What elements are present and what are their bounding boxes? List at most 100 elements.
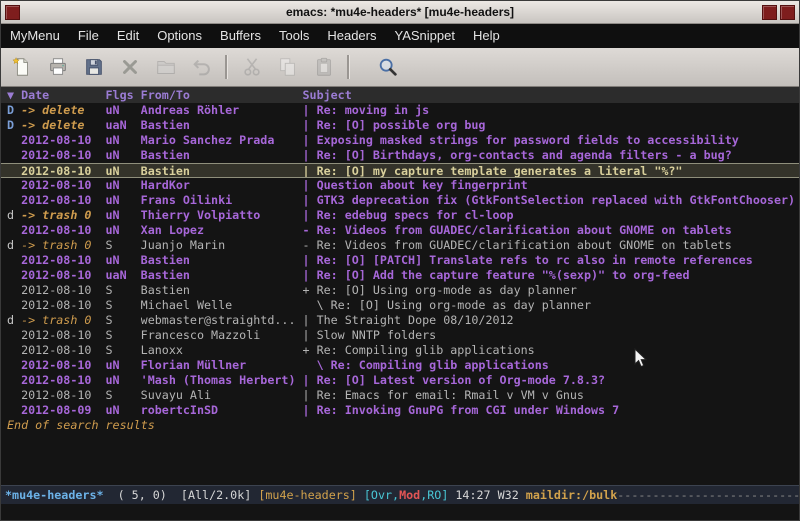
column-header-date: Date: [21, 87, 105, 103]
table-row[interactable]: 2012-08-10uNBastien| Re: [O] [PATCH] Tra…: [1, 253, 799, 268]
table-row[interactable]: 2012-08-10uN'Mash (Thomas Herbert)| Re: …: [1, 373, 799, 388]
column-header-flags: Flgs: [106, 87, 141, 103]
close-icon: [119, 56, 141, 78]
close-buffer-button[interactable]: [114, 52, 145, 83]
row-subject: \ Re: [O] Using org-mode as day planner: [303, 298, 800, 313]
search-icon: [377, 56, 399, 78]
minibuffer: [1, 504, 799, 520]
row-from: 'Mash (Thomas Herbert): [141, 373, 303, 388]
row-subject: | Re: Emacs for email: Rmail v VM v Gnus: [303, 388, 800, 403]
table-row[interactable]: d -> trash 0Swebmaster@straightd...| The…: [1, 313, 799, 328]
paste-button[interactable]: [308, 52, 339, 83]
table-row[interactable]: 2012-08-10uNBastien| Re: [O] my capture …: [1, 163, 799, 178]
menu-edit[interactable]: Edit: [108, 24, 148, 48]
row-subject: | Re: Invoking GnuPG from CGI under Wind…: [303, 403, 800, 418]
save-icon: [83, 56, 105, 78]
menu-help[interactable]: Help: [464, 24, 509, 48]
row-subject: | Re: [O] Latest version of Org-mode 7.8…: [303, 373, 800, 388]
row-flags: S: [106, 343, 141, 358]
row-subject: | Question about key fingerprint: [303, 178, 800, 193]
table-row[interactable]: 2012-08-10uNXan Lopez- Re: Videos from G…: [1, 223, 799, 238]
table-row[interactable]: 2012-08-10uNFrans Oilinki| GTK3 deprecat…: [1, 193, 799, 208]
modeline-status-ovr: [Ovr,: [364, 488, 399, 502]
row-date: -> delete: [21, 103, 105, 118]
toolbar-separator: [225, 55, 228, 79]
paste-icon: [313, 56, 335, 78]
table-row[interactable]: 2012-08-10uNFlorian Müllner \ Re: Compil…: [1, 358, 799, 373]
row-mark: [7, 343, 21, 358]
modeline-position: ( 5, 0): [104, 488, 181, 502]
row-date: 2012-08-10: [21, 133, 105, 148]
cut-button[interactable]: [236, 52, 267, 83]
row-flags: S: [106, 283, 141, 298]
table-row[interactable]: 2012-08-10SLanoxx+ Re: Compiling glib ap…: [1, 343, 799, 358]
table-row[interactable]: 2012-08-10uNBastien| Re: [O] Birthdays, …: [1, 148, 799, 163]
table-row[interactable]: d -> trash 0SJuanjo Marin- Re: Videos fr…: [1, 238, 799, 253]
row-from: Andreas Röhler: [141, 103, 303, 118]
table-row[interactable]: 2012-08-10uNHardKor| Question about key …: [1, 178, 799, 193]
mode-line: *mu4e-headers* ( 5, 0) [All/2.0k] [mu4e-…: [1, 485, 799, 504]
undo-icon: [191, 56, 213, 78]
table-row[interactable]: 2012-08-10SMichael Welle \ Re: [O] Using…: [1, 298, 799, 313]
row-mark: d: [7, 238, 21, 253]
folder-icon: [155, 56, 177, 78]
undo-button[interactable]: [186, 52, 217, 83]
row-flags: S: [106, 328, 141, 343]
row-date: 2012-08-10: [21, 268, 105, 283]
new-file-button[interactable]: [6, 52, 37, 83]
new-file-icon: [11, 56, 33, 78]
modeline-status-mod: Mod: [399, 488, 420, 502]
row-flags: S: [106, 298, 141, 313]
sort-descending-icon: ▼: [7, 87, 21, 103]
modeline-status-ro: ,RO]: [420, 488, 448, 502]
table-row[interactable]: D -> deleteuNAndreas Röhler| Re: moving …: [1, 103, 799, 118]
modeline-buffer-name: *mu4e-headers*: [5, 488, 104, 502]
table-row[interactable]: D -> deleteuaNBastien| Re: [O] possible …: [1, 118, 799, 133]
row-from: robertcInSD: [141, 403, 303, 418]
menu-headers[interactable]: Headers: [318, 24, 385, 48]
row-mark: D: [7, 103, 21, 118]
print-button[interactable]: [42, 52, 73, 83]
row-subject: | Exposing masked strings for password f…: [303, 133, 800, 148]
table-row[interactable]: 2012-08-10SSuvayu Ali| Re: Emacs for ema…: [1, 388, 799, 403]
maximize-button[interactable]: [762, 5, 777, 20]
table-row[interactable]: 2012-08-10SFrancesco Mazzoli| Slow NNTP …: [1, 328, 799, 343]
table-row[interactable]: 2012-08-10uNMario Sanchez Prada| Exposin…: [1, 133, 799, 148]
menu-tools[interactable]: Tools: [270, 24, 318, 48]
table-row[interactable]: 2012-08-09uNrobertcInSD| Re: Invoking Gn…: [1, 403, 799, 418]
menu-file[interactable]: File: [69, 24, 108, 48]
row-flags: uN: [106, 193, 141, 208]
row-date: -> delete: [21, 118, 105, 133]
folder-button[interactable]: [150, 52, 181, 83]
table-row[interactable]: 2012-08-10SBastien+ Re: [O] Using org-mo…: [1, 283, 799, 298]
row-date: -> trash 0: [21, 313, 105, 328]
row-from: Bastien: [141, 118, 303, 133]
search-button[interactable]: [372, 52, 403, 83]
modeline-dashes: ----------------------------------------…: [617, 488, 799, 502]
row-flags: uN: [106, 178, 141, 193]
menu-mymenu[interactable]: MyMenu: [1, 24, 69, 48]
row-flags: S: [106, 238, 141, 253]
row-flags: uN: [106, 223, 141, 238]
menu-options[interactable]: Options: [148, 24, 211, 48]
row-flags: uN: [106, 103, 141, 118]
close-window-button[interactable]: [780, 5, 795, 20]
row-flags: S: [106, 313, 141, 328]
row-date: 2012-08-10: [21, 164, 105, 177]
row-subject: | Re: [O] possible org bug: [303, 118, 800, 133]
row-date: 2012-08-10: [21, 193, 105, 208]
row-date: 2012-08-10: [21, 328, 105, 343]
modeline-major-mode: [mu4e-headers]: [258, 488, 364, 502]
row-flags: uN: [106, 164, 141, 177]
row-flags: uaN: [106, 268, 141, 283]
table-row[interactable]: 2012-08-10uaNBastien| Re: [O] Add the ca…: [1, 268, 799, 283]
save-button[interactable]: [78, 52, 109, 83]
copy-button[interactable]: [272, 52, 303, 83]
modeline-maildir: maildir:/bulk: [526, 488, 617, 502]
table-row[interactable]: d -> trash 0uNThierry Volpiatto| Re: ede…: [1, 208, 799, 223]
menu-yasnippet[interactable]: YASnippet: [385, 24, 463, 48]
row-date: -> trash 0: [21, 238, 105, 253]
end-of-results-text: End of search results: [1, 418, 799, 433]
row-mark: [7, 193, 21, 208]
menu-buffers[interactable]: Buffers: [211, 24, 270, 48]
